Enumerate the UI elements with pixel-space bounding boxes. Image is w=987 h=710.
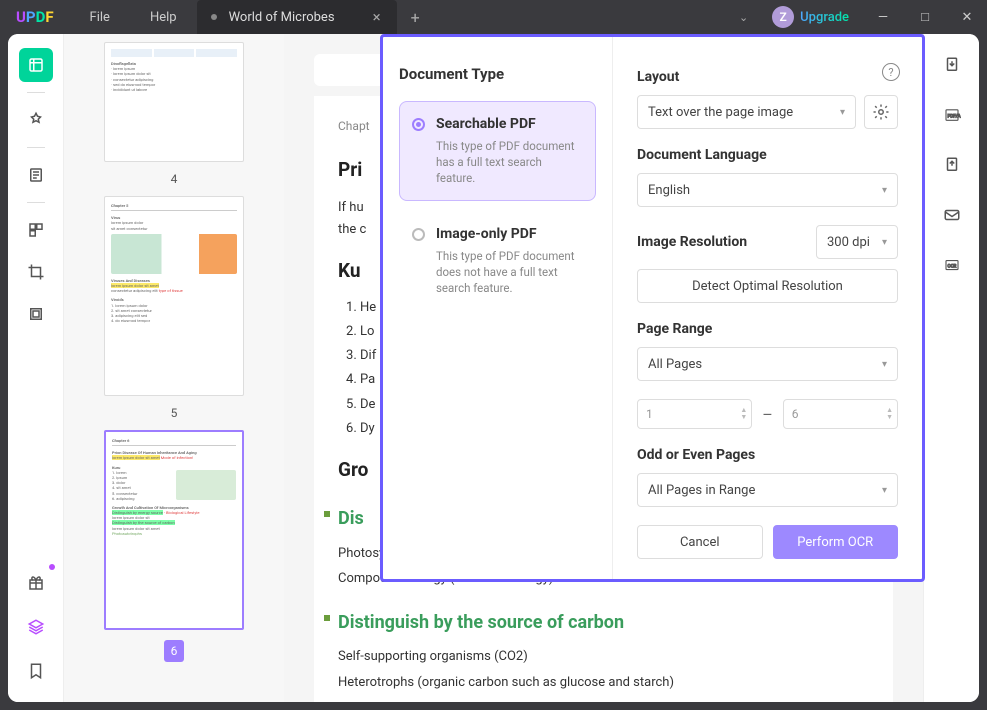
page-thumbnail-selected[interactable]: Chapter 6 Prion Disease Of Human Inherit… [104, 430, 244, 630]
edit-tool[interactable] [19, 158, 53, 192]
tabs-dropdown-icon[interactable]: ⌄ [729, 11, 758, 24]
layout-select[interactable]: Text over the page image [637, 95, 856, 129]
upgrade-button[interactable]: Z Upgrade [760, 6, 861, 28]
language-label: Document Language [637, 147, 898, 163]
language-select[interactable]: English [637, 173, 898, 207]
odd-even-label: Odd or Even Pages [637, 447, 898, 463]
layout-settings-button[interactable] [864, 95, 898, 129]
ocr-tool[interactable]: OCR [935, 248, 969, 282]
page-range-label: Page Range [637, 321, 898, 337]
perform-ocr-button[interactable]: Perform OCR [773, 525, 899, 559]
svg-text:OCR: OCR [947, 263, 956, 269]
option-description: This type of PDF document has a full tex… [436, 138, 581, 186]
range-from-input[interactable]: 1▲▼ [637, 399, 752, 429]
layout-label: Layout [637, 69, 898, 85]
page-number: 5 [171, 402, 178, 424]
resolution-label: Image Resolution [637, 234, 747, 250]
app-logo: UPDF [0, 8, 70, 26]
tab-title: World of Microbes [229, 10, 367, 25]
document-tab[interactable]: World of Microbes × [197, 0, 397, 34]
resolution-select[interactable]: 300 dpi [816, 225, 898, 259]
help-icon[interactable]: ? [882, 63, 900, 81]
option-image-only-pdf[interactable]: Image-only PDF This type of PDF document… [399, 211, 596, 311]
option-title: Searchable PDF [436, 116, 581, 132]
detect-resolution-button[interactable]: Detect Optimal Resolution [637, 269, 898, 303]
option-searchable-pdf[interactable]: Searchable PDF This type of PDF document… [399, 101, 596, 201]
svg-text:PDF/A: PDF/A [947, 113, 960, 119]
compress-tool[interactable] [19, 297, 53, 331]
crop-tool[interactable] [19, 255, 53, 289]
doc-subheading: Distinguish by the source of carbon [338, 608, 869, 639]
radio-icon [412, 228, 425, 241]
page-number-selected: 6 [164, 640, 184, 662]
gift-button[interactable] [19, 566, 53, 600]
range-to-input[interactable]: 6▲▼ [783, 399, 898, 429]
layers-button[interactable] [19, 610, 53, 644]
page-number: 4 [171, 168, 178, 190]
thumbnail-panel: Dinoflagellata · lorem ipsum· lorem ipsu… [64, 34, 284, 702]
close-button[interactable]: ✕ [947, 0, 987, 34]
organize-tool[interactable] [19, 213, 53, 247]
tab-close-button[interactable]: × [367, 6, 387, 28]
ocr-dialog: Document Type Searchable PDF This type o… [380, 34, 925, 582]
sidebar-right: PDF/A OCR [923, 34, 979, 702]
menu-file[interactable]: File [70, 0, 130, 34]
doc-type-title: Document Type [399, 65, 596, 83]
export-tool[interactable] [935, 48, 969, 82]
sidebar-left [8, 34, 64, 702]
bookmark-button[interactable] [19, 654, 53, 688]
radio-icon [412, 118, 425, 131]
user-avatar: Z [772, 6, 794, 28]
maximize-button[interactable]: □ [905, 0, 945, 34]
page-thumbnail[interactable]: Dinoflagellata · lorem ipsum· lorem ipsu… [104, 42, 244, 162]
minimize-button[interactable]: — [863, 0, 903, 34]
new-tab-button[interactable]: + [397, 8, 434, 27]
page-thumbnail[interactable]: Chapter 5 Virus lorem ipsum dolorsit ame… [104, 196, 244, 396]
range-separator: – [762, 405, 773, 424]
titlebar: UPDF File Help World of Microbes × + ⌄ Z… [0, 0, 987, 34]
menu-help[interactable]: Help [130, 0, 197, 34]
cancel-button[interactable]: Cancel [637, 525, 763, 559]
page-range-select[interactable]: All Pages [637, 347, 898, 381]
upgrade-label: Upgrade [800, 10, 849, 25]
pdfa-tool[interactable]: PDF/A [935, 98, 969, 132]
annotate-tool[interactable] [19, 103, 53, 137]
option-description: This type of PDF document does not have … [436, 248, 581, 296]
tab-indicator-icon [211, 14, 217, 20]
odd-even-select[interactable]: All Pages in Range [637, 473, 898, 507]
thumbnails-tool[interactable] [19, 48, 53, 82]
email-tool[interactable] [935, 198, 969, 232]
option-title: Image-only PDF [436, 226, 581, 242]
share-tool[interactable] [935, 148, 969, 182]
